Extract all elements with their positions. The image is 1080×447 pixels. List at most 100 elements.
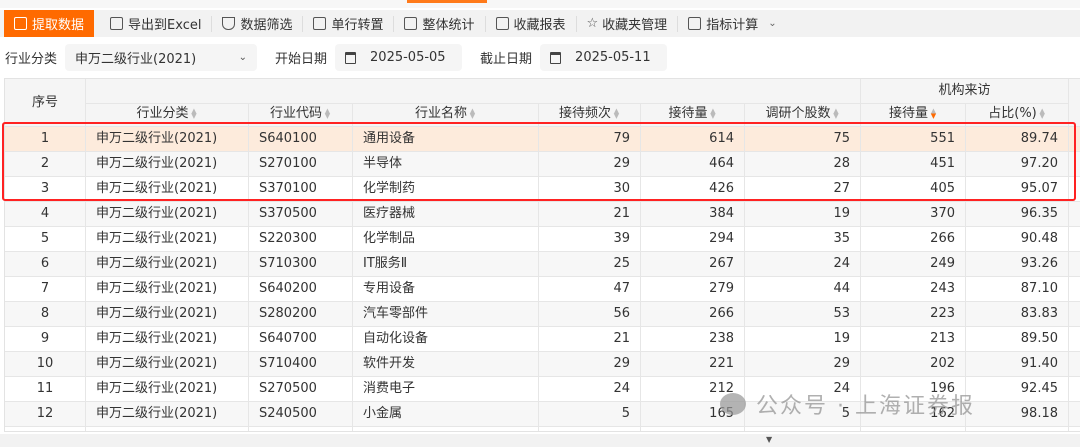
watermark: 公众号 · 上海证券报 — [720, 388, 975, 420]
table-row[interactable]: 4 申万二级行业(2021) S370500 医疗器械 21 384 19 370 96.35 — [5, 202, 1080, 227]
cell-5: 464 — [641, 152, 745, 177]
cell-3: IT服务Ⅱ — [353, 252, 539, 277]
cell-5: 426 — [641, 177, 745, 202]
export-excel-button[interactable]: 导出到Excel — [100, 15, 213, 33]
data-filter-button[interactable]: 数据筛选 — [212, 15, 304, 33]
header-5[interactable]: 接待量 ▲ ▼ — [641, 103, 745, 126]
favorites-manage-button[interactable]: ☆ 收藏夹管理 — [577, 15, 679, 33]
transpose-icon — [313, 17, 327, 30]
header-8[interactable]: 占比(%) ▲ ▼ — [966, 103, 1069, 126]
header-6[interactable]: 调研个股数 ▲ ▼ — [745, 103, 861, 126]
cell-3: 消费电子 — [353, 377, 539, 402]
cell-0: 10 — [5, 352, 86, 377]
transpose-button[interactable]: 单行转置 — [303, 15, 395, 33]
cell-8: 96.35 — [966, 202, 1069, 227]
header-2[interactable]: 行业代码 ▲ ▼ — [249, 103, 353, 126]
sort-icon[interactable]: ▲ ▼ — [833, 107, 840, 119]
cell-4: 21 — [539, 327, 641, 352]
cell-extra — [1069, 302, 1080, 327]
sort-icon[interactable]: ▲ ▼ — [613, 107, 620, 119]
cell-6: 4 — [745, 427, 861, 431]
cell-1: 申万二级行业(2021) — [86, 127, 249, 152]
cell-3: 软件开发 — [353, 352, 539, 377]
cell-7: 266 — [861, 227, 966, 252]
table-row[interactable]: 5 申万二级行业(2021) S220300 化学制品 39 294 35 266 90.48 — [5, 227, 1080, 252]
sort-icon[interactable]: ▲ ▼ — [710, 107, 717, 119]
cell-0: 6 — [5, 252, 86, 277]
table-row[interactable]: 10 申万二级行业(2021) S710400 软件开发 29 221 29 202 91.40 — [5, 352, 1080, 377]
top-tab-strip — [0, 0, 1080, 8]
cell-1: 申万二级行业(2021) — [86, 402, 249, 427]
cell-0: 2 — [5, 152, 86, 177]
table-row[interactable]: 3 申万二级行业(2021) S370100 化学制药 30 426 27 405 95.07 — [5, 177, 1080, 202]
sort-icon[interactable]: ▲ ▼ — [191, 107, 198, 119]
end-date-input[interactable]: 2025-05-11 — [540, 44, 668, 71]
cell-7: 370 — [861, 202, 966, 227]
cell-6: 28 — [745, 152, 861, 177]
cell-1: 申万二级行业(2021) — [86, 202, 249, 227]
header-label: 行业分类 — [136, 106, 189, 121]
start-date-input[interactable]: 2025-05-05 — [335, 44, 463, 71]
header-7[interactable]: 接待量 ▲ ▼ — [861, 103, 966, 126]
cell-7: 243 — [861, 277, 966, 302]
cell-4: 29 — [539, 152, 641, 177]
cell-7: 405 — [861, 177, 966, 202]
table-row[interactable]: 9 申万二级行业(2021) S640700 自动化设备 21 238 19 213 89.50 — [5, 327, 1080, 352]
cell-4: 25 — [539, 252, 641, 277]
cell-8: 97.20 — [966, 152, 1069, 177]
indicator-calc-button[interactable]: 指标计算 ⌄ — [678, 16, 786, 33]
cell-extra — [1069, 427, 1080, 431]
cell-3: 汽车零部件 — [353, 302, 539, 327]
table-row[interactable]: 7 申万二级行业(2021) S640200 专用设备 47 279 44 243 87.10 — [5, 277, 1080, 302]
cell-4: 8 — [539, 427, 641, 431]
header-3[interactable]: 行业名称 ▲ ▼ — [353, 103, 539, 126]
cell-4: 21 — [539, 202, 641, 227]
wechat-icon — [720, 393, 746, 415]
favorite-report-icon — [495, 17, 509, 30]
sort-icon[interactable]: ▲ ▼ — [469, 107, 476, 119]
overall-stats-button[interactable]: 整体统计 — [394, 15, 486, 33]
active-tab-indicator — [407, 0, 487, 3]
table-row[interactable]: 1 申万二级行业(2021) S640100 通用设备 79 614 75 551 89.74 — [5, 127, 1080, 152]
cell-6: 27 — [745, 177, 861, 202]
end-date-label: 截止日期 — [480, 52, 533, 67]
table-row[interactable]: 13申万二级行业(2021)S350200饰品8150415099.37 — [5, 427, 1080, 431]
cell-1: 申万二级行业(2021) — [86, 427, 249, 431]
table-row[interactable]: 6 申万二级行业(2021) S710300 IT服务Ⅱ 25 267 24 249 93.26 — [5, 252, 1080, 277]
cell-3: 自动化设备 — [353, 327, 539, 352]
cell-2: S710400 — [249, 352, 353, 377]
watermark-text: 公众号 · 上海证券报 — [756, 394, 975, 419]
cell-7: 213 — [861, 327, 966, 352]
cell-4: 5 — [539, 402, 641, 427]
cell-3: 小金属 — [353, 402, 539, 427]
cell-0: 8 — [5, 302, 86, 327]
cell-8: 99.37 — [966, 427, 1069, 431]
cell-6: 44 — [745, 277, 861, 302]
cell-extra — [1069, 177, 1080, 202]
cell-extra — [1069, 227, 1080, 252]
filter-label: 数据筛选 — [240, 18, 293, 33]
favorite-report-button[interactable]: 收藏报表 — [486, 15, 577, 33]
header-4[interactable]: 接待频次 ▲ ▼ — [539, 103, 641, 126]
cell-3: 通用设备 — [353, 127, 539, 152]
header-label: 调研个股数 — [765, 106, 831, 121]
sort-icon[interactable]: ▲ ▼ — [1039, 107, 1046, 119]
header-label: 行业代码 — [269, 106, 322, 121]
table-row[interactable]: 2 申万二级行业(2021) S270100 半导体 29 464 28 451 97.20 — [5, 152, 1080, 177]
extract-data-button[interactable]: 提取数据 — [4, 10, 95, 37]
cell-6: 29 — [745, 352, 861, 377]
sort-icon[interactable]: ▲ ▼ — [324, 107, 331, 119]
cell-8: 87.10 — [966, 277, 1069, 302]
header-1[interactable]: 行业分类 ▲ ▼ — [86, 103, 249, 126]
cell-3: 半导体 — [353, 152, 539, 177]
header-seq[interactable]: 序号 — [5, 79, 86, 126]
cell-5: 267 — [641, 252, 745, 277]
table-row[interactable]: 8 申万二级行业(2021) S280200 汽车零部件 56 266 53 223 83.83 — [5, 302, 1080, 327]
scrollbar-bottom[interactable]: ▼ — [0, 434, 1080, 447]
cell-6: 53 — [745, 302, 861, 327]
sort-icon[interactable]: ▲ ▼ — [930, 107, 937, 119]
industry-select[interactable]: 申万二级行业(2021) ⌄ — [65, 44, 258, 71]
cell-1: 申万二级行业(2021) — [86, 227, 249, 252]
cell-8: 93.26 — [966, 252, 1069, 277]
transpose-label: 单行转置 — [331, 18, 384, 33]
